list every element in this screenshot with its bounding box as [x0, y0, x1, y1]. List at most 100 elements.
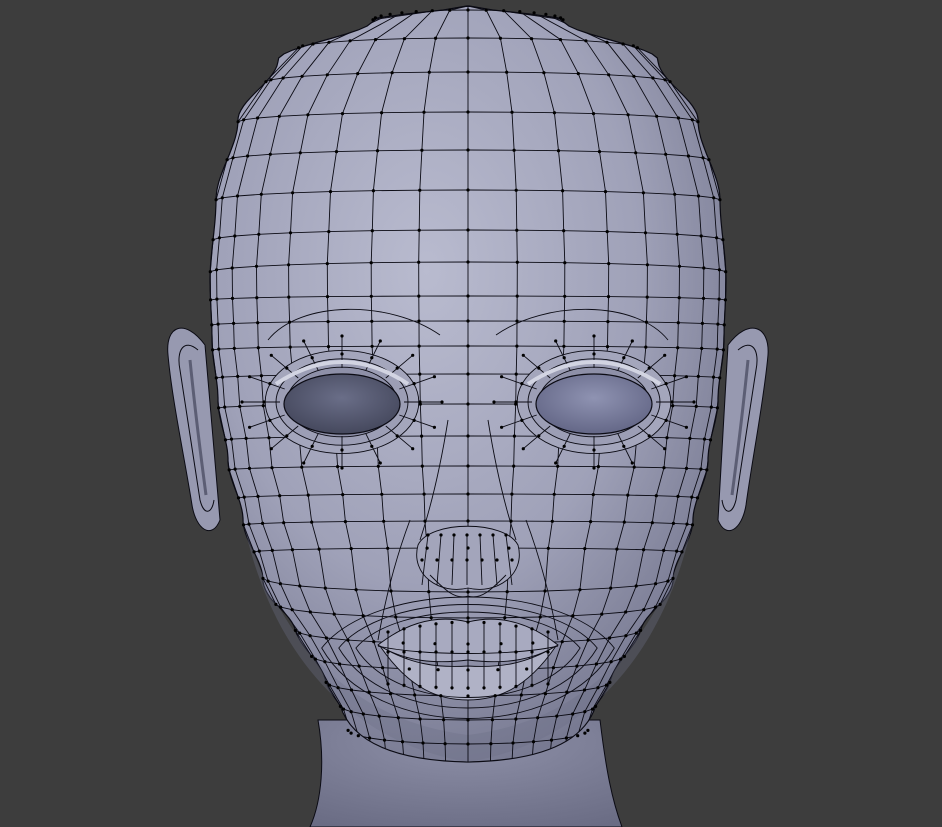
mesh-vertex [413, 693, 417, 697]
mesh-vertex [546, 682, 550, 686]
mesh-vertex [684, 425, 689, 429]
mesh-vertex [430, 9, 434, 13]
mesh-vertex [261, 521, 265, 526]
mesh-vertex [626, 493, 630, 497]
mesh-vertex [634, 584, 638, 588]
mesh-vertex [418, 400, 422, 404]
head-mesh-render[interactable] [0, 0, 942, 827]
mesh-vertex [308, 634, 312, 638]
mesh-vertex [715, 236, 719, 240]
mesh-vertex [514, 400, 518, 404]
mesh-vertex [665, 436, 669, 440]
mesh-vertex [209, 298, 213, 302]
mesh-vertex [420, 464, 424, 468]
mesh-vertex [700, 321, 705, 325]
mesh-vertex [346, 638, 350, 642]
mesh-vertex [509, 519, 513, 523]
mesh-vertex [622, 444, 626, 448]
mesh-vertex [340, 112, 345, 116]
mesh-vertex [537, 434, 541, 438]
mesh-vertex [489, 742, 493, 746]
mesh-vertex [340, 334, 344, 338]
mesh-vertex [583, 710, 587, 714]
mesh-vertex [256, 346, 260, 350]
3d-viewport[interactable] [0, 0, 942, 827]
mesh-vertex [340, 466, 344, 470]
mesh-vertex [531, 740, 536, 744]
mesh-vertex [310, 356, 314, 360]
mesh-vertex [709, 405, 713, 409]
mesh-vertex [680, 550, 684, 554]
mesh-vertex [552, 111, 557, 115]
mesh-vertex [493, 694, 497, 698]
mesh-vertex [502, 9, 506, 13]
mesh-vertex [609, 660, 613, 664]
mesh-vertex [327, 683, 332, 687]
mesh-vertex [369, 261, 373, 265]
mesh-vertex [663, 447, 667, 451]
mesh-vertex [622, 356, 626, 360]
right-ear [717, 327, 769, 532]
mesh-vertex [270, 466, 274, 470]
mesh-vertex [664, 418, 668, 422]
mesh-vertex [696, 194, 701, 198]
mesh-vertex [450, 620, 454, 625]
mesh-vertex [357, 664, 361, 668]
mesh-vertex [298, 151, 302, 155]
mesh-vertex [510, 110, 514, 114]
mesh-vertex [701, 156, 705, 160]
mesh-vertex [412, 382, 416, 386]
mesh-vertex [232, 321, 236, 325]
mesh-vertex [246, 154, 250, 158]
mesh-vertex [606, 295, 611, 299]
mesh-vertex [677, 264, 682, 268]
mesh-vertex [466, 402, 470, 406]
mesh-vertex [699, 234, 703, 238]
mesh-vertex [466, 650, 470, 654]
mesh-vertex [715, 406, 720, 410]
mesh-vertex [420, 558, 424, 562]
mesh-vertex [590, 707, 595, 711]
mesh-vertex [356, 734, 360, 738]
mesh-vertex [556, 149, 561, 153]
mesh-vertex [466, 519, 470, 523]
mesh-vertex [270, 548, 274, 553]
mesh-vertex [492, 400, 496, 404]
mesh-vertex [708, 438, 713, 442]
mesh-vertex [306, 493, 310, 497]
mesh-vertex [233, 467, 237, 471]
mesh-vertex [400, 740, 405, 744]
mesh-vertex [377, 714, 381, 718]
mesh-vertex [594, 662, 599, 666]
mesh-vertex [626, 113, 630, 117]
mesh-vertex [436, 668, 440, 672]
mesh-vertex [466, 294, 470, 298]
mesh-vertex [503, 616, 507, 620]
mesh-vertex [685, 522, 689, 526]
mesh-vertex [466, 668, 470, 672]
mesh-vertex [269, 447, 273, 451]
mesh-vertex [642, 608, 646, 612]
mesh-vertex [386, 630, 390, 634]
mesh-vertex [498, 685, 502, 689]
mesh-vertex [482, 620, 486, 625]
mesh-vertex [514, 684, 518, 689]
mesh-vertex [596, 465, 601, 469]
mesh-vertex [341, 707, 346, 711]
mesh-vertex [300, 74, 304, 78]
mesh-vertex [211, 348, 215, 352]
mesh-vertex [310, 444, 314, 448]
mesh-vertex [336, 686, 340, 690]
mesh-vertex [622, 654, 627, 659]
mesh-vertex [521, 353, 525, 357]
mesh-vertex [589, 520, 593, 524]
mesh-vertex [418, 624, 422, 628]
mesh-vertex [676, 494, 680, 498]
mesh-vertex [582, 688, 587, 692]
mesh-vertex [411, 447, 415, 451]
mesh-vertex [242, 495, 246, 499]
mesh-vertex [248, 425, 252, 429]
mesh-vertex [285, 434, 289, 438]
mesh-vertex [630, 339, 634, 343]
mesh-vertex [556, 464, 560, 468]
